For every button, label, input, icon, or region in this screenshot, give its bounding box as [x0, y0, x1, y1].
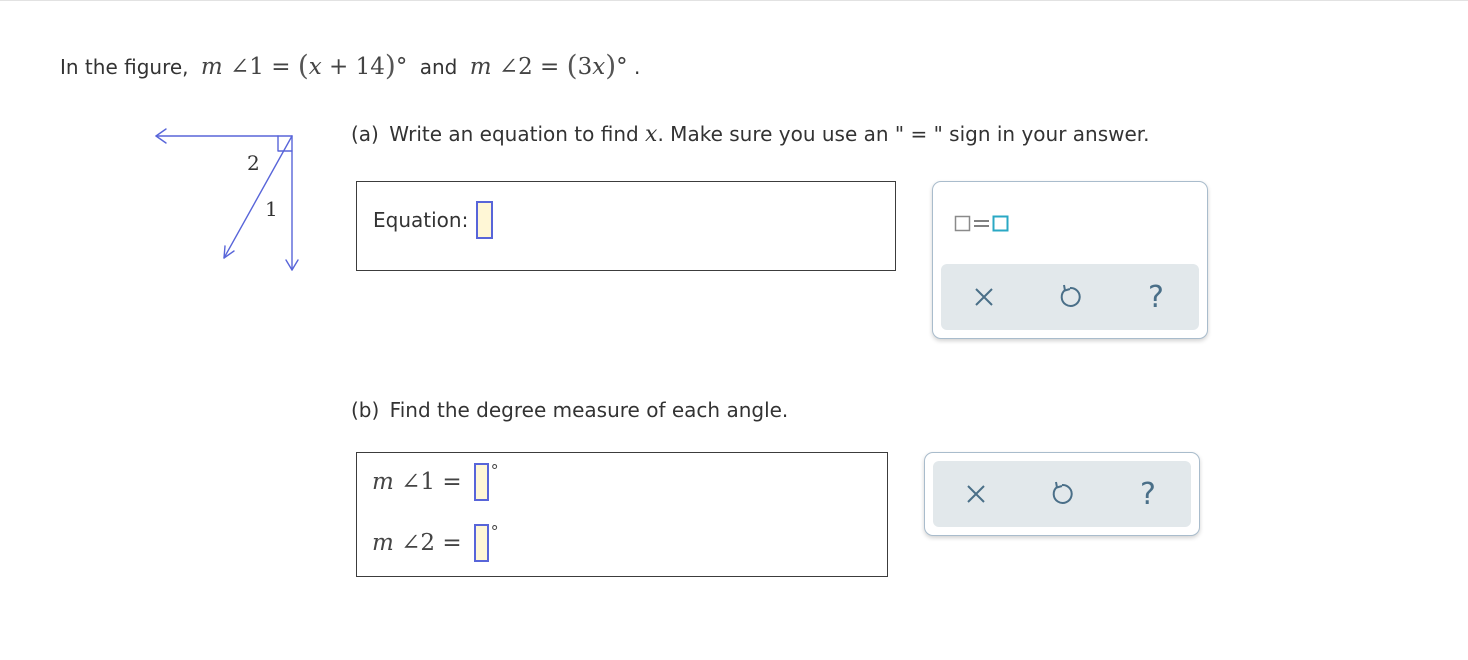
part-b-text: Find the degree measure of each angle. — [389, 398, 789, 422]
undo-icon — [1060, 284, 1081, 307]
problem-statement: In the figure, m ∠1 = (x + 14)° and m ∠2… — [60, 48, 641, 82]
angle1-label: m ∠1 = — [372, 469, 462, 495]
angle-label-2: 2 — [247, 151, 260, 175]
angle2-label: m ∠2 = — [372, 530, 462, 556]
help-button-b[interactable]: ? — [1128, 474, 1168, 514]
part-a-text-before: Write an equation to find — [389, 122, 639, 146]
part-a-text-after: . Make sure you use an " = " sign in you… — [657, 122, 1150, 146]
angle1-input[interactable] — [473, 463, 489, 501]
help-button-a[interactable]: ? — [1136, 277, 1176, 317]
box-equals-box-icon[interactable] — [954, 212, 1014, 236]
part-b-tag: (b) — [351, 398, 380, 422]
x-icon — [975, 288, 993, 306]
part-a-instructions: (a) Write an equation to find x. Make su… — [351, 122, 1150, 147]
angle-label-1: 1 — [265, 197, 278, 221]
angle2-input[interactable] — [473, 524, 489, 562]
angle2-row: m ∠2 = ° — [372, 521, 499, 563]
question-icon: ? — [1140, 476, 1156, 512]
undo-button-b[interactable] — [1042, 474, 1082, 514]
angle2-expression: m ∠2 = (3x)° — [469, 49, 628, 82]
math-tool-panel-b: ? — [924, 452, 1200, 536]
prompt-conj: and — [419, 55, 458, 79]
equation-label: Equation: — [373, 208, 469, 232]
undo-icon — [1052, 481, 1073, 504]
prompt-intro: In the figure, — [60, 55, 189, 79]
equation-row: Equation: — [373, 200, 494, 240]
angle1-expression: m ∠1 = (x + 14)° — [200, 49, 408, 82]
clear-button-a[interactable] — [964, 277, 1004, 317]
angle1-row: m ∠1 = ° — [372, 460, 499, 502]
equation-input[interactable] — [476, 201, 494, 239]
degree-symbol-1: ° — [490, 460, 499, 480]
angle-figure: 2 1 — [155, 128, 299, 271]
undo-button-a[interactable] — [1050, 277, 1090, 317]
tool-actions-a: ? — [941, 264, 1199, 330]
equation-answer-box: Equation: — [356, 181, 896, 271]
question-icon: ? — [1148, 279, 1164, 315]
math-tool-panel-a: ? — [932, 181, 1208, 339]
top-divider — [0, 0, 1468, 1]
degree-symbol-2: ° — [490, 521, 499, 541]
part-a-tag: (a) — [351, 122, 379, 146]
prompt-end: . — [633, 55, 641, 79]
part-b-instructions: (b) Find the degree measure of each angl… — [351, 398, 788, 422]
part-a-var: x — [645, 122, 658, 147]
clear-button-b[interactable] — [956, 474, 996, 514]
angle-measure-answer-box: m ∠1 = ° m ∠2 = ° — [356, 452, 888, 577]
tool-actions-b: ? — [933, 461, 1191, 527]
x-icon — [967, 485, 985, 503]
